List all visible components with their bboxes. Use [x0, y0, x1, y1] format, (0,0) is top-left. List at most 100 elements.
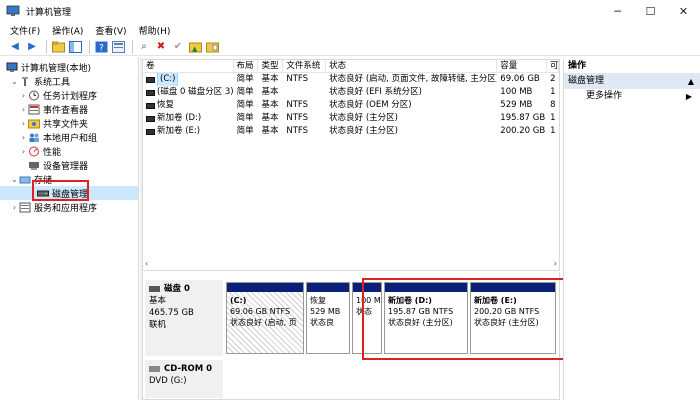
- cdrom-0-label[interactable]: CD-ROM 0 DVD (G:): [145, 360, 223, 398]
- forward-arrow-icon[interactable]: ▶: [25, 40, 39, 54]
- device-manager-icon: [29, 161, 39, 170]
- chevron-down-icon[interactable]: ⌄: [10, 175, 19, 184]
- partition-name: 新加卷 (D:): [388, 296, 432, 305]
- maximize-button[interactable]: ☐: [634, 0, 667, 22]
- computer-management-icon: [6, 5, 20, 16]
- tree-item-system-tools[interactable]: ⌄ 系统工具: [0, 74, 138, 88]
- volume-icon: [146, 115, 155, 122]
- menu-action[interactable]: 操作(A): [52, 24, 83, 37]
- disk-0-label[interactable]: 磁盘 0 基本 465.75 GB 联机: [145, 280, 223, 356]
- tree-item-services-apps[interactable]: › 服务和应用程序: [0, 200, 138, 214]
- volume-name: (C:): [157, 73, 179, 86]
- scroll-right-icon[interactable]: ›: [554, 259, 557, 268]
- volume-layout: 简单: [236, 74, 254, 84]
- table-row[interactable]: 新加卷 (D:) 简单 基本 NTFS 状态良好 (主分区) 195.87 GB…: [143, 112, 559, 125]
- table-row[interactable]: (磁盘 0 磁盘分区 3) 简单 基本 状态良好 (EFI 系统分区) 100 …: [143, 86, 559, 99]
- menu-file[interactable]: 文件(F): [10, 24, 40, 37]
- close-button[interactable]: ✕: [667, 0, 700, 22]
- partition-e[interactable]: 新加卷 (E:) 200.20 GB NTFS 状态良好 (主分区): [470, 282, 556, 354]
- chevron-right-icon[interactable]: ›: [10, 203, 19, 212]
- column-header-filesystem[interactable]: 文件系统: [283, 60, 327, 72]
- volume-capacity: 69.06 GB: [500, 74, 540, 84]
- disk-graphics-pane: 磁盘 0 基本 465.75 GB 联机 (C:) 69.06 GB NTFS …: [142, 272, 560, 400]
- show-pane-icon[interactable]: [68, 40, 82, 54]
- volume-name: 新加卷 (E:): [157, 126, 201, 136]
- volume-free: 1: [550, 126, 556, 136]
- event-log-icon: [28, 104, 40, 114]
- volume-free: 1: [550, 87, 556, 97]
- tree-item-disk-management[interactable]: 磁盘管理: [0, 186, 138, 200]
- tree-item-task-scheduler[interactable]: › 任务计划程序: [0, 88, 138, 102]
- disk-type: 基本: [149, 296, 167, 306]
- horizontal-scrollbar[interactable]: ‹ ›: [142, 257, 560, 270]
- partition-band: [385, 283, 467, 292]
- partition-status: 状态: [356, 307, 372, 316]
- volume-type: 基本: [261, 126, 279, 136]
- column-header-status[interactable]: 状态: [326, 60, 498, 72]
- svg-text:?: ?: [99, 43, 104, 53]
- scroll-left-icon[interactable]: ‹: [145, 259, 148, 268]
- tree-item-storage[interactable]: ⌄ 存储: [0, 172, 138, 186]
- tree-item-event-viewer[interactable]: › 事件查看器: [0, 102, 138, 116]
- tree-item-root[interactable]: 计算机管理(本地): [0, 60, 138, 74]
- chevron-right-icon[interactable]: ›: [19, 133, 28, 142]
- tree-item-shared-folders[interactable]: › 共享文件夹: [0, 116, 138, 130]
- column-header-layout[interactable]: 布局: [234, 60, 259, 72]
- tree-item-local-users[interactable]: › 本地用户和组: [0, 130, 138, 144]
- table-row[interactable]: 新加卷 (E:) 简单 基本 NTFS 状态良好 (主分区) 200.20 GB…: [143, 125, 559, 138]
- chevron-right-icon[interactable]: ›: [19, 119, 28, 128]
- partition-efi[interactable]: 100 M 状态: [352, 282, 382, 354]
- tree-label: 存储: [34, 175, 53, 186]
- actions-section-disk-management[interactable]: 磁盘管理 ▲: [564, 74, 700, 89]
- column-header-type[interactable]: 类型: [258, 60, 284, 72]
- collapse-up-icon[interactable]: ▲: [688, 74, 694, 89]
- partition-recovery[interactable]: 恢复 529 MB 状态良: [306, 282, 350, 354]
- partition-size: 69.06 GB NTFS: [230, 307, 291, 316]
- menu-view[interactable]: 查看(V): [95, 24, 126, 37]
- chevron-right-icon[interactable]: ›: [19, 105, 28, 114]
- cdrom-drive: DVD (G:): [149, 376, 187, 386]
- table-row[interactable]: 恢复 简单 基本 NTFS 状态良好 (OEM 分区) 529 MB 8: [143, 99, 559, 112]
- disk-state: 联机: [149, 320, 167, 330]
- check-icon[interactable]: ✔: [171, 40, 185, 54]
- table-row[interactable]: (C:) 简单 基本 NTFS 状态良好 (启动, 页面文件, 故障转储, 主分…: [143, 73, 559, 86]
- volume-status: 状态良好 (OEM 分区): [329, 100, 412, 110]
- title-bar: 计算机管理 ─ ☐ ✕: [0, 0, 700, 22]
- volume-capacity: 200.20 GB: [500, 126, 546, 136]
- toolbar-separator: [132, 39, 133, 54]
- volume-icon: [146, 128, 155, 135]
- volume-layout: 简单: [236, 87, 254, 97]
- column-header-free[interactable]: 可: [547, 60, 559, 72]
- column-header-capacity[interactable]: 容量: [497, 60, 548, 72]
- tree-item-device-manager[interactable]: 设备管理器: [0, 158, 138, 172]
- services-icon: [19, 202, 31, 212]
- folder-up-icon[interactable]: [51, 40, 65, 54]
- folder-edit-icon[interactable]: [205, 40, 219, 54]
- volume-layout: 简单: [236, 100, 254, 110]
- tree-item-performance[interactable]: › 性能: [0, 144, 138, 158]
- svg-text:▲: ▲: [192, 45, 198, 53]
- tree-label: 服务和应用程序: [34, 203, 98, 214]
- chevron-right-icon[interactable]: ›: [19, 147, 28, 156]
- partition-c[interactable]: (C:) 69.06 GB NTFS 状态良好 (启动, 页: [226, 282, 304, 354]
- menu-bar: 文件(F) 操作(A) 查看(V) 帮助(H): [0, 22, 700, 38]
- volume-type: 基本: [261, 74, 279, 84]
- column-header-volume[interactable]: 卷: [143, 60, 234, 72]
- volume-list-header: 卷 布局 类型 文件系统 状态 容量 可: [143, 60, 559, 73]
- help-icon[interactable]: ?: [94, 40, 108, 54]
- properties-icon[interactable]: [111, 40, 125, 54]
- chevron-right-icon[interactable]: ›: [19, 91, 28, 100]
- partition-status: 状态良好 (启动, 页: [230, 318, 297, 327]
- tree-label: 磁盘管理: [52, 189, 89, 200]
- menu-help[interactable]: 帮助(H): [139, 24, 171, 37]
- folder-icon[interactable]: ▲: [188, 40, 202, 54]
- minimize-button[interactable]: ─: [601, 0, 634, 22]
- delete-icon[interactable]: ✖: [154, 40, 168, 54]
- chevron-down-icon[interactable]: ⌄: [10, 77, 19, 86]
- toolbar: ◀ ▶ ? ⌕ ✖ ✔ ▲: [0, 38, 700, 56]
- connect-icon[interactable]: ⌕: [137, 40, 151, 54]
- partition-d[interactable]: 新加卷 (D:) 195.87 GB NTFS 状态良好 (主分区): [384, 282, 468, 354]
- back-arrow-icon[interactable]: ◀: [8, 40, 22, 54]
- more-actions-item[interactable]: 更多操作 ▶: [564, 89, 700, 104]
- window-title: 计算机管理: [26, 7, 72, 18]
